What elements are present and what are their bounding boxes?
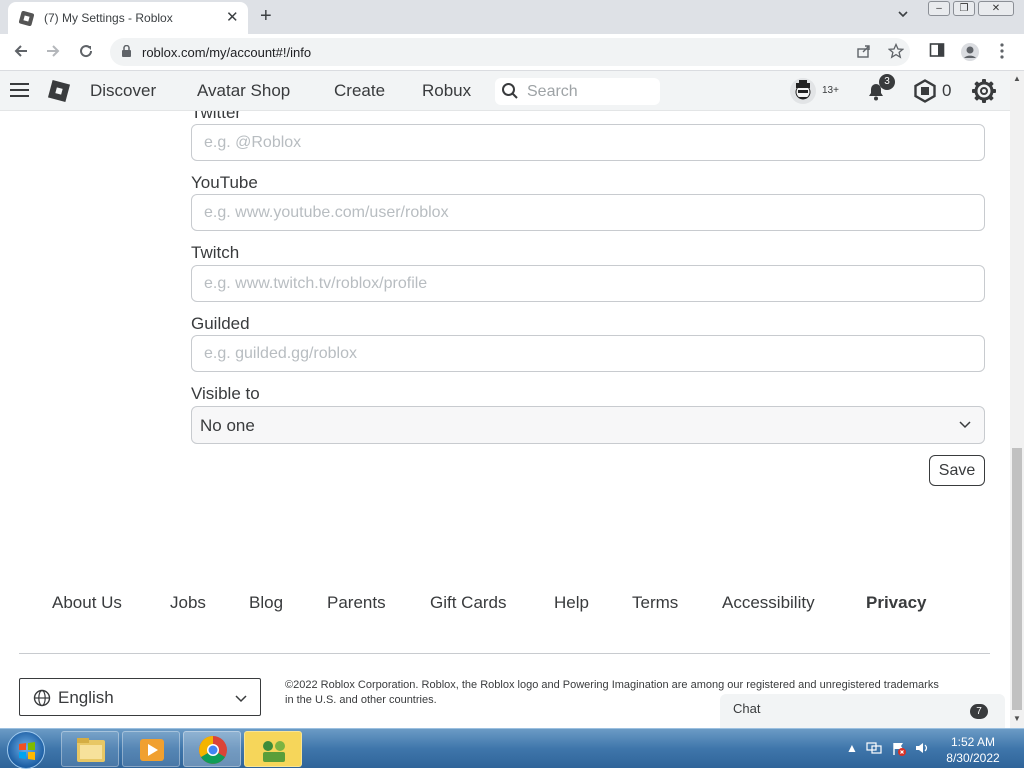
side-panel-icon[interactable] (929, 42, 945, 63)
app-icon (263, 741, 285, 762)
footer-link-privacy[interactable]: Privacy (866, 593, 927, 613)
system-clock[interactable]: 1:52 AM 8/30/2022 (940, 734, 1006, 766)
search-icon (502, 83, 518, 99)
language-select[interactable]: English (19, 678, 261, 716)
tab-search-chevron-icon[interactable] (897, 8, 909, 23)
chat-label: Chat (733, 701, 761, 716)
visible-to-label: Visible to (191, 384, 260, 403)
search-box[interactable] (495, 78, 660, 105)
roblox-header: Discover Avatar Shop Create Robux 13+ 0 (0, 71, 1010, 111)
url-text: roblox.com/my/account#!/info (142, 45, 312, 60)
footer-link-jobs[interactable]: Jobs (170, 593, 206, 613)
clock-date: 8/30/2022 (946, 751, 1000, 765)
footer-divider (19, 653, 990, 654)
forward-arrow-icon[interactable] (44, 42, 62, 65)
nav-discover[interactable]: Discover (90, 81, 156, 101)
footer-link-help[interactable]: Help (554, 593, 589, 613)
scroll-down-icon[interactable]: ▼ (1013, 714, 1021, 723)
footer-link-parents[interactable]: Parents (327, 593, 386, 613)
folder-icon (77, 738, 105, 762)
twitter-label: Twitter (191, 111, 242, 122)
clock-time: 1:52 AM (950, 735, 996, 749)
footer-link-about-us[interactable]: About Us (52, 593, 122, 613)
youtube-field[interactable] (191, 194, 985, 231)
settings-gear-icon[interactable] (971, 78, 997, 104)
footer-link-gift-cards[interactable]: Gift Cards (430, 593, 507, 613)
footer-link-accessibility[interactable]: Accessibility (722, 593, 815, 613)
tab-title: (7) My Settings - Roblox (44, 11, 173, 25)
nav-create[interactable]: Create (334, 81, 385, 101)
visible-to-value: No one (200, 416, 255, 435)
action-center-flag-icon[interactable] (891, 741, 907, 760)
roblox-favicon-icon (18, 10, 35, 27)
hamburger-menu-icon[interactable] (10, 83, 29, 98)
visible-to-select[interactable]: No one (191, 406, 985, 444)
nav-robux[interactable]: Robux (422, 81, 471, 101)
page-scrollbar[interactable]: ▲ ▼ (1010, 71, 1024, 728)
age-label: 13+ (822, 85, 839, 96)
reload-icon[interactable] (77, 42, 95, 65)
twitter-field[interactable] (191, 124, 985, 161)
avatar[interactable] (790, 78, 816, 104)
profile-avatar-icon[interactable] (960, 42, 980, 67)
footer-link-blog[interactable]: Blog (249, 593, 283, 613)
windows-taskbar: ▲ 1:52 AM 8/30/2022 (0, 728, 1024, 769)
robux-count: 0 (942, 81, 952, 100)
notifications-badge: 3 (879, 74, 895, 90)
browser-toolbar: roblox.com/my/account#!/info (0, 34, 1024, 71)
restore-button[interactable]: ❐ (953, 1, 975, 16)
tray-expand-icon[interactable]: ▲ (846, 741, 858, 755)
twitch-label: Twitch (191, 243, 240, 262)
nav-avatar-shop[interactable]: Avatar Shop (197, 81, 290, 101)
taskbar-explorer[interactable] (61, 731, 119, 767)
windows-logo-icon (19, 742, 35, 760)
search-input[interactable] (527, 81, 652, 102)
bookmark-star-icon[interactable] (887, 42, 905, 63)
footer-link-terms[interactable]: Terms (632, 593, 678, 613)
robux-icon[interactable] (913, 79, 937, 103)
youtube-label: YouTube (191, 173, 258, 192)
scroll-up-icon[interactable]: ▲ (1013, 74, 1021, 83)
chrome-icon (199, 736, 227, 764)
start-button[interactable] (7, 731, 45, 769)
address-bar[interactable]: roblox.com/my/account#!/info (110, 38, 910, 66)
volume-icon[interactable] (915, 741, 931, 758)
new-tab-button[interactable]: + (260, 5, 272, 28)
tab-close-icon[interactable]: ✕ (226, 8, 239, 26)
taskbar-media-player[interactable] (122, 731, 180, 767)
network-icon[interactable] (866, 741, 882, 758)
browser-tab[interactable]: (7) My Settings - Roblox ✕ (8, 2, 248, 34)
globe-icon (33, 689, 51, 707)
share-icon[interactable] (856, 43, 872, 63)
chevron-down-icon (235, 695, 247, 703)
chat-badge: 7 (970, 704, 988, 719)
scrollbar-thumb[interactable] (1012, 448, 1022, 710)
guilded-field[interactable] (191, 335, 985, 372)
save-button[interactable]: Save (929, 455, 985, 486)
lock-icon (122, 45, 131, 57)
twitch-field[interactable] (191, 265, 985, 302)
media-player-icon (140, 739, 164, 761)
guilded-label: Guilded (191, 314, 250, 333)
minimize-button[interactable]: – (928, 1, 950, 16)
language-value: English (58, 688, 114, 707)
chevron-down-icon (959, 421, 971, 429)
back-arrow-icon[interactable] (12, 42, 30, 65)
browser-menu-icon[interactable] (999, 42, 1005, 65)
taskbar-chrome[interactable] (183, 731, 241, 767)
close-window-button[interactable]: ✕ (978, 1, 1014, 16)
browser-tab-strip: (7) My Settings - Roblox ✕ + – ❐ ✕ (0, 0, 1024, 34)
roblox-logo-icon[interactable] (47, 79, 71, 103)
taskbar-app[interactable] (244, 731, 302, 767)
chat-widget[interactable]: Chat 7 (720, 694, 1005, 728)
